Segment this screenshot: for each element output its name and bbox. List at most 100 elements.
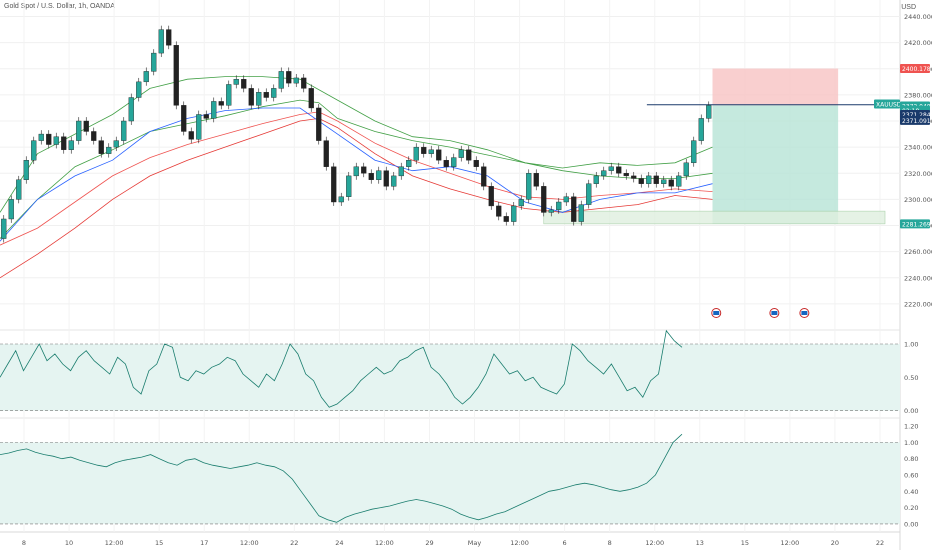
candle-body bbox=[248, 88, 254, 106]
indicator-tick-label: 1.00 bbox=[904, 439, 918, 447]
candle-body bbox=[496, 205, 502, 217]
x-tick-label: 12:00 bbox=[375, 539, 394, 547]
candle-body bbox=[218, 101, 224, 106]
price-label: 2371.091 bbox=[900, 115, 931, 125]
candle-body bbox=[241, 79, 247, 89]
candle-body bbox=[376, 170, 382, 180]
candle-body bbox=[166, 29, 172, 46]
x-tick-label: 15 bbox=[155, 539, 163, 547]
candle-body bbox=[511, 205, 517, 222]
indicator-tick-label: 0.60 bbox=[904, 472, 918, 480]
candle-body bbox=[98, 140, 104, 154]
x-tick-label: 24 bbox=[335, 539, 343, 547]
y-tick-label: 2420.000 bbox=[904, 39, 932, 47]
x-tick-label: 12:00 bbox=[781, 539, 800, 547]
candle-body bbox=[113, 140, 119, 148]
candle-body bbox=[76, 120, 82, 141]
candle-body bbox=[548, 209, 554, 213]
candle-body bbox=[428, 149, 434, 154]
indicator-band bbox=[0, 344, 900, 411]
candle-body bbox=[23, 160, 29, 180]
candle-body bbox=[623, 173, 629, 177]
x-tick-label: 12:00 bbox=[105, 539, 124, 547]
y-tick-label: 2380.000 bbox=[904, 91, 932, 99]
candle-body bbox=[211, 101, 217, 119]
candle-body bbox=[503, 216, 509, 222]
candle-body bbox=[533, 173, 539, 187]
candle-body bbox=[706, 105, 712, 119]
candle-body bbox=[278, 71, 284, 89]
candle-body bbox=[653, 175, 659, 184]
candle-body bbox=[8, 199, 14, 220]
candle-body bbox=[683, 162, 689, 177]
flag-icon bbox=[769, 308, 780, 318]
y-tick-label: 2340.000 bbox=[904, 144, 932, 152]
indicator-tick-label: 1.00 bbox=[904, 341, 918, 349]
candle-body bbox=[668, 179, 674, 187]
candle-body bbox=[346, 175, 352, 197]
y-tick-label: 2240.000 bbox=[904, 274, 932, 282]
candle-body bbox=[203, 114, 209, 119]
candle-body bbox=[443, 160, 449, 167]
candle-body bbox=[61, 136, 67, 150]
price-label: 2400.178 bbox=[900, 64, 931, 74]
candle-body bbox=[1, 218, 7, 239]
candle-body bbox=[271, 88, 277, 98]
chart-window: Gold Spot / U.S. Dollar, 1h, OANDA USD 2… bbox=[0, 0, 932, 550]
y-tick-label: 2440.000 bbox=[904, 13, 932, 21]
candle-body bbox=[338, 196, 344, 203]
target-zone bbox=[712, 105, 839, 224]
y-tick-label: 2320.000 bbox=[904, 170, 932, 178]
x-tick-label: 29 bbox=[425, 539, 433, 547]
candle-body bbox=[556, 201, 562, 211]
x-tick-label: 22 bbox=[290, 539, 298, 547]
indicator-tick-label: 0.80 bbox=[904, 455, 918, 463]
indicator-tick-label: 0.40 bbox=[904, 488, 918, 496]
candle-body bbox=[68, 140, 74, 150]
price-chart[interactable]: 2440.0002420.0002400.0002380.0002360.000… bbox=[0, 0, 932, 550]
candle-body bbox=[638, 178, 644, 184]
candle-body bbox=[661, 179, 667, 184]
candle-body bbox=[256, 92, 262, 106]
x-tick-label: 8 bbox=[22, 539, 26, 547]
candle-body bbox=[226, 84, 232, 106]
svg-text:2281.269: 2281.269 bbox=[902, 221, 931, 228]
candle-body bbox=[646, 175, 652, 184]
candle-body bbox=[188, 131, 194, 140]
candle-body bbox=[91, 131, 97, 141]
x-tick-label: 15 bbox=[741, 539, 749, 547]
candle-body bbox=[136, 81, 142, 98]
candle-body bbox=[46, 133, 52, 145]
candle-body bbox=[38, 133, 44, 141]
candle-body bbox=[466, 149, 472, 161]
candle-body bbox=[593, 175, 599, 184]
stop-zone bbox=[712, 68, 839, 106]
candle-body bbox=[488, 186, 494, 207]
svg-text:2371.091: 2371.091 bbox=[902, 118, 931, 125]
candle-body bbox=[286, 71, 292, 84]
x-tick-label: 6 bbox=[563, 539, 567, 547]
x-tick-label: 12:00 bbox=[510, 539, 529, 547]
candle-body bbox=[383, 170, 389, 187]
svg-text:XAUUSD: XAUUSD bbox=[876, 102, 902, 109]
y-tick-label: 2220.000 bbox=[904, 300, 932, 308]
price-label: 2281.269 bbox=[900, 219, 931, 229]
candle-body bbox=[616, 166, 622, 174]
candle-body bbox=[233, 79, 239, 85]
flag-icon bbox=[711, 308, 722, 318]
candle-body bbox=[578, 204, 584, 222]
candle-body bbox=[451, 157, 457, 167]
candle-body bbox=[676, 175, 682, 187]
candle-body bbox=[151, 52, 157, 72]
support-zone bbox=[543, 210, 886, 225]
indicator-tick-label: 0.50 bbox=[904, 374, 918, 382]
indicator-tick-label: 0.20 bbox=[904, 504, 918, 512]
candle-body bbox=[128, 97, 134, 122]
candle-body bbox=[331, 166, 337, 203]
candle-body bbox=[631, 175, 637, 179]
candle-body bbox=[301, 77, 307, 89]
flag-icon bbox=[799, 308, 810, 318]
candle-body bbox=[398, 166, 404, 177]
indicator-tick-label: 0.00 bbox=[904, 520, 918, 528]
x-tick-label: 13 bbox=[696, 539, 704, 547]
